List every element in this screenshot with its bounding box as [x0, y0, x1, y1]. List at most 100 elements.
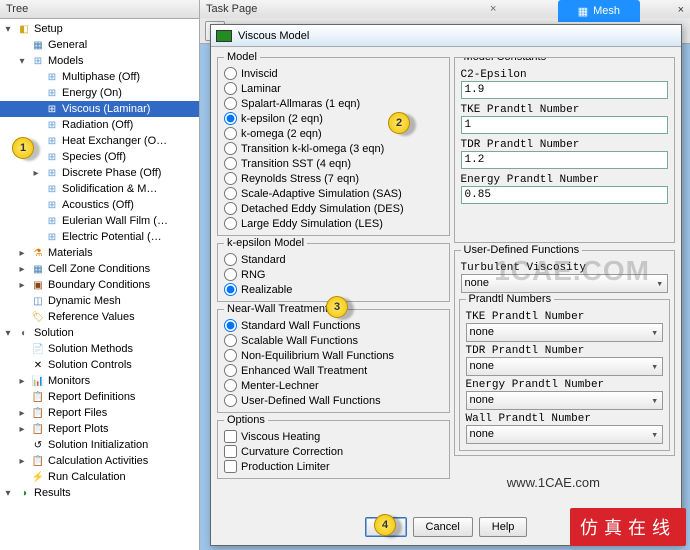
tree-radiation[interactable]: ⊞Radiation (Off) [0, 117, 199, 133]
tree-solmethods[interactable]: 📄Solution Methods [0, 341, 199, 357]
tree-title: Tree [6, 3, 28, 15]
kepsilon-group: k-epsilon Model Standard RNG Realizable [217, 243, 450, 302]
dialog-titlebar[interactable]: Viscous Model [211, 25, 681, 47]
model-transition-sst[interactable]: Transition SST (4 eqn) [224, 156, 443, 171]
model-les[interactable]: Large Eddy Simulation (LES) [224, 216, 443, 231]
opt-production[interactable]: Production Limiter [224, 459, 443, 474]
nwt-enhanced[interactable]: Enhanced Wall Treatment [224, 363, 443, 378]
ke-standard[interactable]: Standard [224, 252, 443, 267]
tree-cellzone[interactable]: ▸▦Cell Zone Conditions [0, 261, 199, 277]
mesh-tab[interactable]: ▦ Mesh [558, 0, 640, 22]
expand-icon[interactable]: ▸ [16, 408, 28, 419]
nwt-user[interactable]: User-Defined Wall Functions [224, 393, 443, 408]
model-inviscid[interactable]: Inviscid [224, 66, 443, 81]
tree-discrete[interactable]: ▸⊞Discrete Phase (Off) [0, 165, 199, 181]
expand-icon[interactable]: ▸ [16, 376, 28, 387]
wall-prandtl-combo[interactable]: none [466, 425, 663, 444]
nwt-scalable[interactable]: Scalable Wall Functions [224, 333, 443, 348]
tree-solid[interactable]: ⊞Solidification & M… [0, 181, 199, 197]
tree-solution[interactable]: ▾◐Solution [0, 325, 199, 341]
tree-header: Tree [0, 0, 199, 19]
model-des[interactable]: Detached Eddy Simulation (DES) [224, 201, 443, 216]
tree-general[interactable]: ▦ General [0, 37, 199, 53]
model-laminar[interactable]: Laminar [224, 81, 443, 96]
solution-icon: ◐ [17, 326, 31, 340]
tree-materials[interactable]: ▸⚗Materials [0, 245, 199, 261]
model-komega[interactable]: k-omega (2 eqn) [224, 126, 443, 141]
tke-prandtl-combo[interactable]: none [466, 323, 663, 342]
tdr-input[interactable] [461, 151, 668, 169]
opt-curvature[interactable]: Curvature Correction [224, 444, 443, 459]
energy-input[interactable] [461, 186, 668, 204]
callout-3: 3 [326, 296, 348, 318]
tree-viscous[interactable]: ⊞Viscous (Laminar) [0, 101, 199, 117]
boundary-icon: ▣ [31, 278, 45, 292]
model-sas[interactable]: Scale-Adaptive Simulation (SAS) [224, 186, 443, 201]
tree-reportfiles[interactable]: ▸📋Report Files [0, 405, 199, 421]
model-reynolds[interactable]: Reynolds Stress (7 eqn) [224, 171, 443, 186]
tree-calcact[interactable]: ▸📋Calculation Activities [0, 453, 199, 469]
expand-icon[interactable]: ▸ [16, 424, 28, 435]
collapse-icon[interactable]: ▾ [16, 56, 28, 67]
tree-solinit[interactable]: ↺Solution Initialization [0, 437, 199, 453]
tree-reportdef[interactable]: 📋Report Definitions [0, 389, 199, 405]
close-icon[interactable]: × [490, 3, 496, 15]
ke-realizable[interactable]: Realizable [224, 282, 443, 297]
watermark: 1CAE.COM [494, 255, 650, 287]
tdr-prandtl-combo[interactable]: none [466, 357, 663, 376]
model-spalart[interactable]: Spalart-Allmaras (1 eqn) [224, 96, 443, 111]
ke-rng[interactable]: RNG [224, 267, 443, 282]
tree-reportplots[interactable]: ▸📋Report Plots [0, 421, 199, 437]
energy-prandtl-combo[interactable]: none [466, 391, 663, 410]
models-icon: ⊞ [31, 54, 45, 68]
energy-label: Energy Prandtl Number [461, 174, 668, 186]
model-transition-kkl[interactable]: Transition k-kl-omega (3 eqn) [224, 141, 443, 156]
setup-icon: ◧ [17, 22, 31, 36]
collapse-icon[interactable]: ▾ [2, 328, 14, 339]
tree-multiphase[interactable]: ⊞Multiphase (Off) [0, 69, 199, 85]
item-icon: 📋 [31, 406, 45, 420]
tree-solcontrols[interactable]: ✕Solution Controls [0, 357, 199, 373]
tree-models[interactable]: ▾ ⊞ Models [0, 53, 199, 69]
app-icon [216, 30, 232, 42]
constants-group: Model Constants C2-Epsilon TKE Prandtl N… [454, 57, 675, 243]
tree-monitors[interactable]: ▸📊Monitors [0, 373, 199, 389]
nwt-standard[interactable]: Standard Wall Functions [224, 318, 443, 333]
cancel-button[interactable]: Cancel [413, 517, 473, 537]
tree-panel: Tree ▾ ◧ Setup ▦ General ▾ ⊞ Models ⊞Mul… [0, 0, 200, 550]
expand-icon[interactable]: ▸ [16, 456, 28, 467]
tdr-label: TDR Prandtl Number [461, 139, 668, 151]
close-icon[interactable]: × [678, 4, 684, 16]
expand-icon[interactable]: ▸ [30, 168, 42, 179]
tree-electric[interactable]: ⊞Electric Potential (… [0, 229, 199, 245]
collapse-icon[interactable]: ▾ [2, 24, 14, 35]
tree-acoustics[interactable]: ⊞Acoustics (Off) [0, 197, 199, 213]
tke-label: TKE Prandtl Number [461, 104, 668, 116]
tree-content[interactable]: ▾ ◧ Setup ▦ General ▾ ⊞ Models ⊞Multipha… [0, 19, 199, 550]
tree-dynmesh[interactable]: ◫Dynamic Mesh [0, 293, 199, 309]
tree-eulerian[interactable]: ⊞Eulerian Wall Film (… [0, 213, 199, 229]
tree-energy[interactable]: ⊞Energy (On) [0, 85, 199, 101]
model-group: Model Inviscid Laminar Spalart-Allmaras … [217, 57, 450, 236]
item-icon: 📊 [31, 374, 45, 388]
expand-icon[interactable]: ▸ [16, 264, 28, 275]
tree-runcalc[interactable]: ⚡Run Calculation [0, 469, 199, 485]
nwt-noneq[interactable]: Non-Equilibrium Wall Functions [224, 348, 443, 363]
tke-input[interactable] [461, 116, 668, 134]
mesh-icon: ◫ [31, 294, 45, 308]
tree-setup[interactable]: ▾ ◧ Setup [0, 21, 199, 37]
item-icon: 📋 [31, 454, 45, 468]
expand-icon[interactable]: ▸ [16, 248, 28, 259]
help-button[interactable]: Help [479, 517, 528, 537]
collapse-icon[interactable]: ▾ [2, 488, 14, 499]
c2-input[interactable] [461, 81, 668, 99]
tree-boundary[interactable]: ▸▣Boundary Conditions [0, 277, 199, 293]
url-text: www.1CAE.com [507, 475, 600, 490]
nwt-menter[interactable]: Menter-Lechner [224, 378, 443, 393]
tree-reference[interactable]: 🏷Reference Values [0, 309, 199, 325]
results-icon: ◑ [17, 486, 31, 500]
opt-viscous-heating[interactable]: Viscous Heating [224, 429, 443, 444]
tree-results[interactable]: ▾◑Results [0, 485, 199, 501]
expand-icon[interactable]: ▸ [16, 280, 28, 291]
item-icon: ↺ [31, 438, 45, 452]
